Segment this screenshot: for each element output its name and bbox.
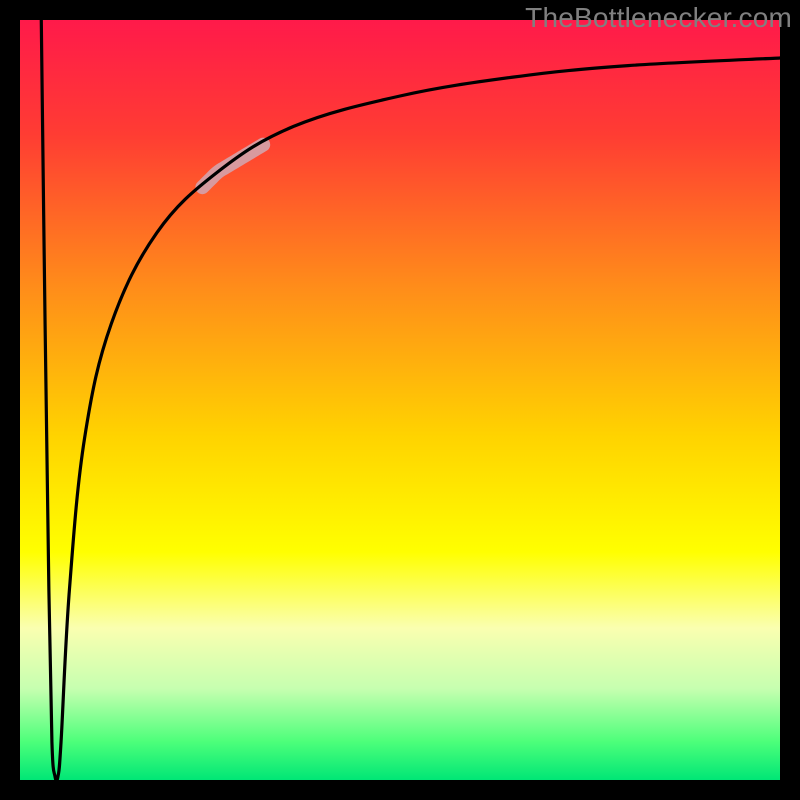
bottleneck-chart xyxy=(0,0,800,800)
chart-container: TheBottlenecker.com xyxy=(0,0,800,800)
chart-plot-background xyxy=(20,20,780,780)
watermark-text: TheBottlenecker.com xyxy=(525,2,792,34)
